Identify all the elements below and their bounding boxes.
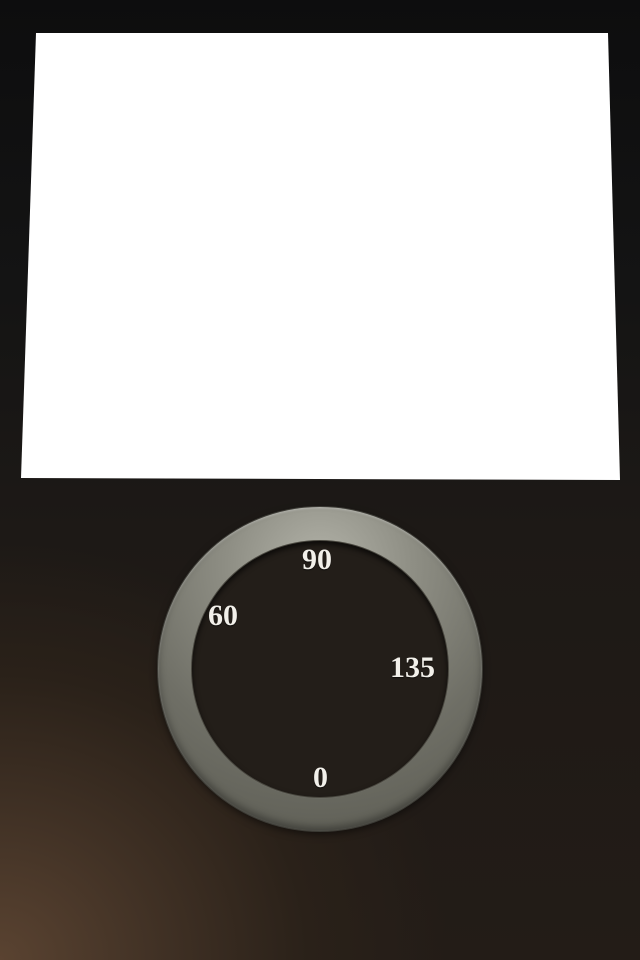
dial-label-60: 60 xyxy=(208,599,238,632)
dial-label-0: 0 xyxy=(313,761,328,794)
rotary-dial[interactable]: 90 60 135 0 xyxy=(158,507,482,831)
dial-label-135: 135 xyxy=(390,651,435,684)
dial-label-90: 90 xyxy=(302,543,332,576)
display-screen xyxy=(21,33,620,480)
display-panel xyxy=(0,0,640,500)
